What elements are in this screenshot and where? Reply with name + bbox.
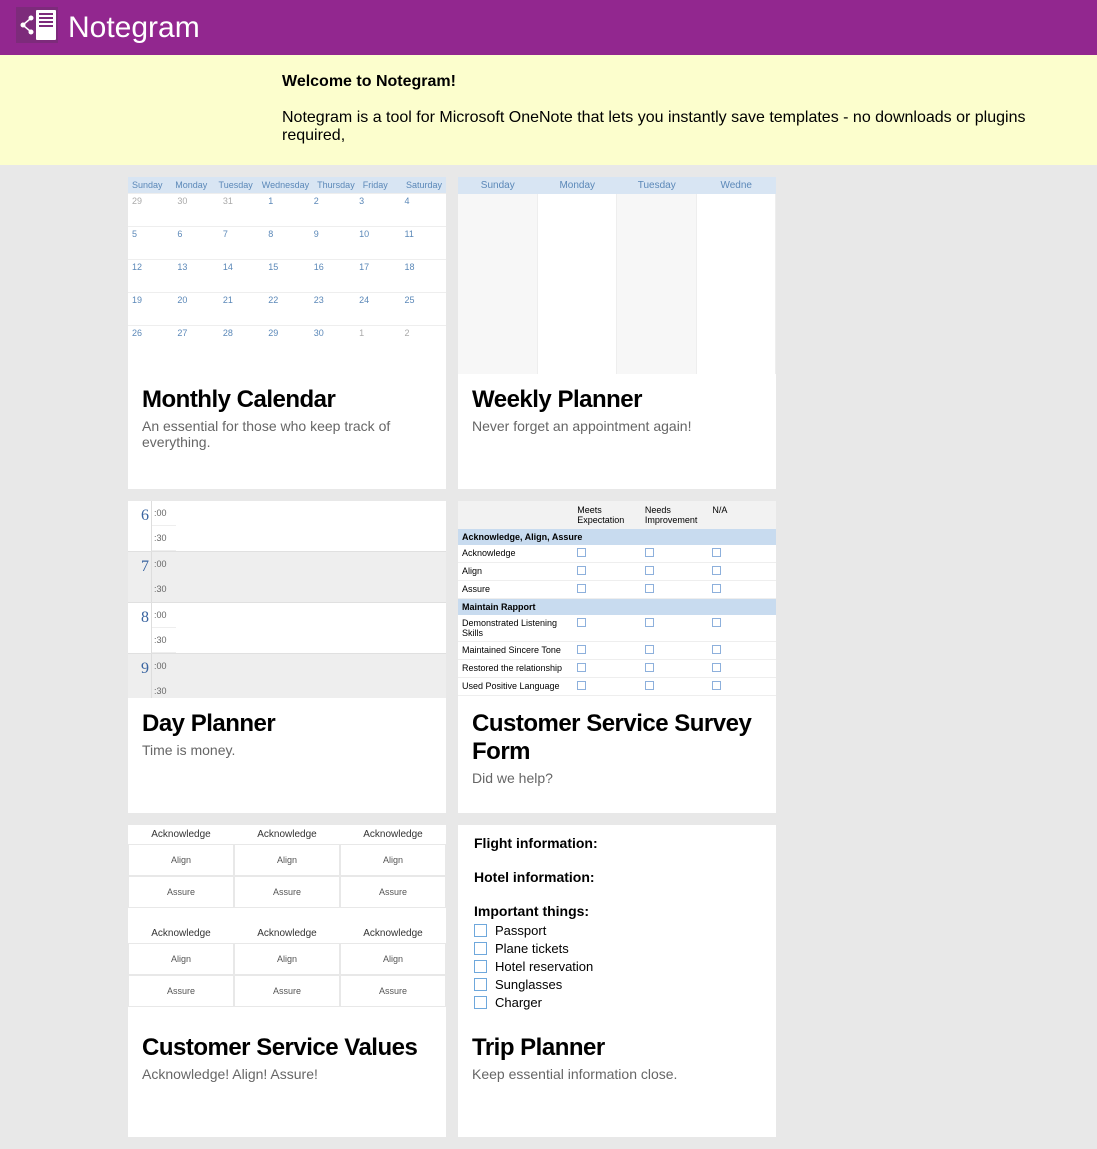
checkbox-icon xyxy=(645,548,654,557)
checkbox-icon xyxy=(577,663,586,672)
share-icon xyxy=(16,7,68,48)
template-grid: Sunday Monday Tuesday Wednesday Thursday… xyxy=(0,165,1097,1149)
preview-trip: Flight information: Hotel information: I… xyxy=(458,825,776,1022)
checkbox-icon xyxy=(712,566,721,575)
welcome-title: Welcome to Notegram! xyxy=(282,73,1081,91)
checklist-item: Plane tickets xyxy=(474,941,760,956)
checklist-item: Hotel reservation xyxy=(474,959,760,974)
checklist-item: Sunglasses xyxy=(474,977,760,992)
card-day-planner[interactable]: 6:00:307:00:308:00:309:00:30 Day Planner… xyxy=(128,501,446,813)
card-weekly-planner[interactable]: Sunday Monday Tuesday Wedne Weekly Plann… xyxy=(458,177,776,489)
card-monthly-calendar[interactable]: Sunday Monday Tuesday Wednesday Thursday… xyxy=(128,177,446,489)
card-desc: Time is money. xyxy=(142,742,432,758)
card-title: Customer Service Values xyxy=(142,1034,432,1062)
card-trip-planner[interactable]: Flight information: Hotel information: I… xyxy=(458,825,776,1137)
preview-day: 6:00:307:00:308:00:309:00:30 xyxy=(128,501,446,698)
card-desc: Never forget an appointment again! xyxy=(472,418,762,434)
checkbox-icon xyxy=(474,924,487,937)
checkbox-icon xyxy=(712,663,721,672)
card-service-values[interactable]: AcknowledgeAcknowledgeAcknowledgeAlignAl… xyxy=(128,825,446,1137)
app-title: Notegram xyxy=(68,11,200,45)
preview-survey: Meets Expectation Needs Improvement N/A … xyxy=(458,501,776,698)
checkbox-icon xyxy=(577,566,586,575)
checkbox-icon xyxy=(712,618,721,627)
checkbox-icon xyxy=(712,681,721,690)
checkbox-icon xyxy=(474,960,487,973)
calendar-header: Sunday Monday Tuesday Wednesday Thursday… xyxy=(128,177,446,193)
checkbox-icon xyxy=(712,584,721,593)
checkbox-icon xyxy=(712,548,721,557)
preview-monthly: Sunday Monday Tuesday Wednesday Thursday… xyxy=(128,177,446,374)
card-title: Trip Planner xyxy=(472,1034,762,1062)
checkbox-icon xyxy=(474,978,487,991)
checkbox-icon xyxy=(577,618,586,627)
checkbox-icon xyxy=(645,566,654,575)
welcome-banner: Welcome to Notegram! Notegram is a tool … xyxy=(0,55,1097,165)
checkbox-icon xyxy=(474,996,487,1009)
checkbox-icon xyxy=(577,645,586,654)
checklist-item: Charger xyxy=(474,995,760,1010)
card-desc: An essential for those who keep track of… xyxy=(142,418,432,450)
preview-weekly: Sunday Monday Tuesday Wedne xyxy=(458,177,776,374)
checkbox-icon xyxy=(645,663,654,672)
checkbox-icon xyxy=(474,942,487,955)
checkbox-icon xyxy=(577,548,586,557)
checkbox-icon xyxy=(645,681,654,690)
card-title: Weekly Planner xyxy=(472,386,762,414)
card-title: Day Planner xyxy=(142,710,432,738)
card-survey-form[interactable]: Meets Expectation Needs Improvement N/A … xyxy=(458,501,776,813)
card-title: Monthly Calendar xyxy=(142,386,432,414)
card-title: Customer Service Survey Form xyxy=(472,710,762,766)
checkbox-icon xyxy=(712,645,721,654)
checkbox-icon xyxy=(645,645,654,654)
welcome-text: Notegram is a tool for Microsoft OneNote… xyxy=(282,109,1081,145)
app-header: Notegram xyxy=(0,0,1097,55)
checkbox-icon xyxy=(577,681,586,690)
checkbox-icon xyxy=(645,584,654,593)
checkbox-icon xyxy=(645,618,654,627)
checkbox-icon xyxy=(577,584,586,593)
card-desc: Keep essential information close. xyxy=(472,1066,762,1082)
checklist-item: Passport xyxy=(474,923,760,938)
card-desc: Acknowledge! Align! Assure! xyxy=(142,1066,432,1082)
card-desc: Did we help? xyxy=(472,770,762,786)
preview-values: AcknowledgeAcknowledgeAcknowledgeAlignAl… xyxy=(128,825,446,1022)
